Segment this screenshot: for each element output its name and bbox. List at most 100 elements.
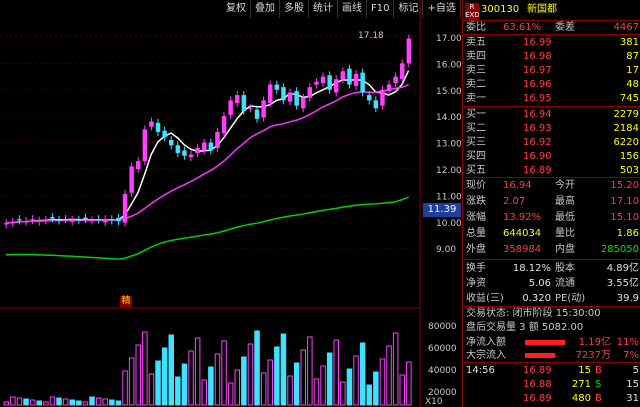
- tick-row[interactable]: 14:56 16.89 15 B 5: [463, 364, 640, 377]
- volume-bar: [307, 336, 313, 406]
- candle: [162, 130, 167, 138]
- volume-bar: [16, 397, 23, 406]
- price-tick-label: 14.00: [436, 113, 462, 123]
- stat-value: 644034: [503, 228, 542, 239]
- volume-bar: [221, 340, 227, 406]
- ask-row[interactable]: 卖一 16.95 745: [463, 92, 640, 106]
- stat-label: 换手: [466, 263, 486, 274]
- stat2-row[interactable]: 净资 5.06 流通 3.55亿: [463, 276, 640, 291]
- stat-value: 3.55亿: [606, 278, 639, 289]
- flow-value: 1.19亿: [578, 337, 611, 348]
- volume-bar: [353, 355, 359, 406]
- candle: [314, 81, 319, 85]
- tick-row[interactable]: 16.89 480 B 31: [463, 392, 640, 405]
- stat-row[interactable]: 总量 644034 量比 1.86: [463, 226, 640, 242]
- candle: [215, 132, 220, 148]
- bid-row[interactable]: 买一 16.94 2279: [463, 108, 640, 122]
- stat-value: 16.94: [503, 180, 532, 191]
- flow-row[interactable]: 净流入额 1.19亿 11%: [463, 336, 640, 349]
- candle: [136, 161, 141, 169]
- bid-row[interactable]: 买五 16.89 503: [463, 164, 640, 178]
- stock-code: 300130: [481, 4, 520, 15]
- volume-bar: [241, 356, 247, 406]
- stat-value: 5.06: [528, 278, 551, 289]
- candle: [241, 95, 247, 111]
- stat-value: 15.10: [610, 212, 639, 223]
- ma60-line: [5, 196, 409, 260]
- candle: [360, 72, 365, 93]
- volume-bar: [287, 375, 293, 406]
- stat-label: 最低: [555, 212, 575, 223]
- candle: [307, 87, 313, 98]
- flow-row[interactable]: 大宗流入 7237万 7%: [463, 349, 640, 362]
- candle: [400, 63, 405, 80]
- ask-row[interactable]: 卖四 16.98 87: [463, 50, 640, 64]
- stat-row[interactable]: 现价 16.94 今开 15.20: [463, 178, 640, 194]
- tick-row[interactable]: 16.88 271 S 15: [463, 378, 640, 391]
- volume-bar: [62, 398, 69, 406]
- toolbar-btn-5[interactable]: F10: [367, 0, 395, 18]
- volume-bar: [234, 369, 240, 406]
- stat-label: 量比: [555, 228, 575, 239]
- kline-chart[interactable]: 17.00 16.00 15.00 14.00 13.00 12.00 11.00 10.00…: [0, 0, 462, 407]
- stat2-row[interactable]: 换手 18.12% 股本 4.89亿: [463, 261, 640, 276]
- volume-bar: [340, 381, 346, 406]
- candle: [76, 219, 82, 221]
- ask-row[interactable]: 卖三 16.97 17: [463, 64, 640, 78]
- stat-row[interactable]: 涨跌 2.07 最高 17.10: [463, 194, 640, 210]
- stat-row[interactable]: 外盘 358984 内盘 285050: [463, 242, 640, 258]
- candle: [149, 121, 154, 127]
- candle: [274, 84, 280, 90]
- stat-label: 现价: [466, 180, 486, 191]
- stat2-row[interactable]: 收益(三) 0.320 PE(动) 39.9: [463, 291, 640, 306]
- tick-price: 16.88: [523, 379, 552, 390]
- volume-bar: [3, 401, 9, 406]
- chart-toolbar: 复权叠加多股统计画线F10标记+自选返回: [222, 0, 490, 18]
- volume-bar: [102, 398, 108, 406]
- toolbar-btn-3[interactable]: 统计: [309, 0, 338, 18]
- toolbar-btn-4[interactable]: 画线: [338, 0, 367, 18]
- volume-tick-label: 60000: [428, 344, 457, 354]
- bid-row[interactable]: 买二 16.93 2184: [463, 122, 640, 136]
- candle: [43, 219, 49, 221]
- stat-value: 358984: [503, 244, 542, 255]
- toolbar-btn-1[interactable]: 叠加: [251, 0, 280, 18]
- price-tick-label: 17.00: [436, 34, 462, 44]
- bid-row[interactable]: 买四 16.90 156: [463, 150, 640, 164]
- weibi-row: 委比 63.61% 委差 4467: [463, 21, 640, 34]
- ask-row[interactable]: 卖五 16.99 381: [463, 36, 640, 50]
- candle: [254, 109, 260, 119]
- bid-price: 16.89: [523, 165, 552, 176]
- toolbar-btn-7[interactable]: +自选: [423, 0, 461, 18]
- volume-bar: [406, 361, 412, 406]
- bid-volume: 2184: [613, 123, 639, 134]
- ask-label: 卖五: [466, 37, 486, 48]
- ask-label: 卖四: [466, 51, 486, 62]
- current-price-tag: 11.39: [423, 203, 461, 217]
- tick-side: S: [595, 379, 602, 390]
- quote-header: R EXD 300130 新国都: [463, 0, 640, 20]
- stat-label: 内盘: [555, 244, 575, 255]
- flow-bar: [525, 340, 565, 345]
- candle: [380, 89, 385, 106]
- volume-bar: [201, 379, 207, 406]
- bid-volume: 2279: [613, 109, 639, 120]
- candle: [37, 220, 42, 222]
- stat-value: 17.10: [610, 196, 639, 207]
- toolbar-btn-6[interactable]: 标记: [394, 0, 424, 18]
- volume-bar: [10, 396, 16, 406]
- bid-row[interactable]: 买三 16.92 6220: [463, 136, 640, 150]
- stat-row[interactable]: 涨幅 13.92% 最低 15.10: [463, 210, 640, 226]
- ask-price: 16.95: [523, 93, 552, 104]
- boost-tag[interactable]: 精: [120, 296, 132, 307]
- stat-label: PE(动): [555, 293, 586, 304]
- volume-bar: [260, 372, 267, 406]
- toolbar-btn-0[interactable]: 复权: [222, 0, 251, 18]
- stat-value: 18.12%: [512, 263, 551, 274]
- price-tick-label: 13.00: [436, 140, 462, 150]
- volume-bar: [109, 399, 115, 406]
- ma20-line: [5, 84, 409, 224]
- volume-bar: [386, 345, 392, 406]
- ask-row[interactable]: 卖二 16.96 48: [463, 78, 640, 92]
- toolbar-btn-2[interactable]: 多股: [280, 0, 309, 18]
